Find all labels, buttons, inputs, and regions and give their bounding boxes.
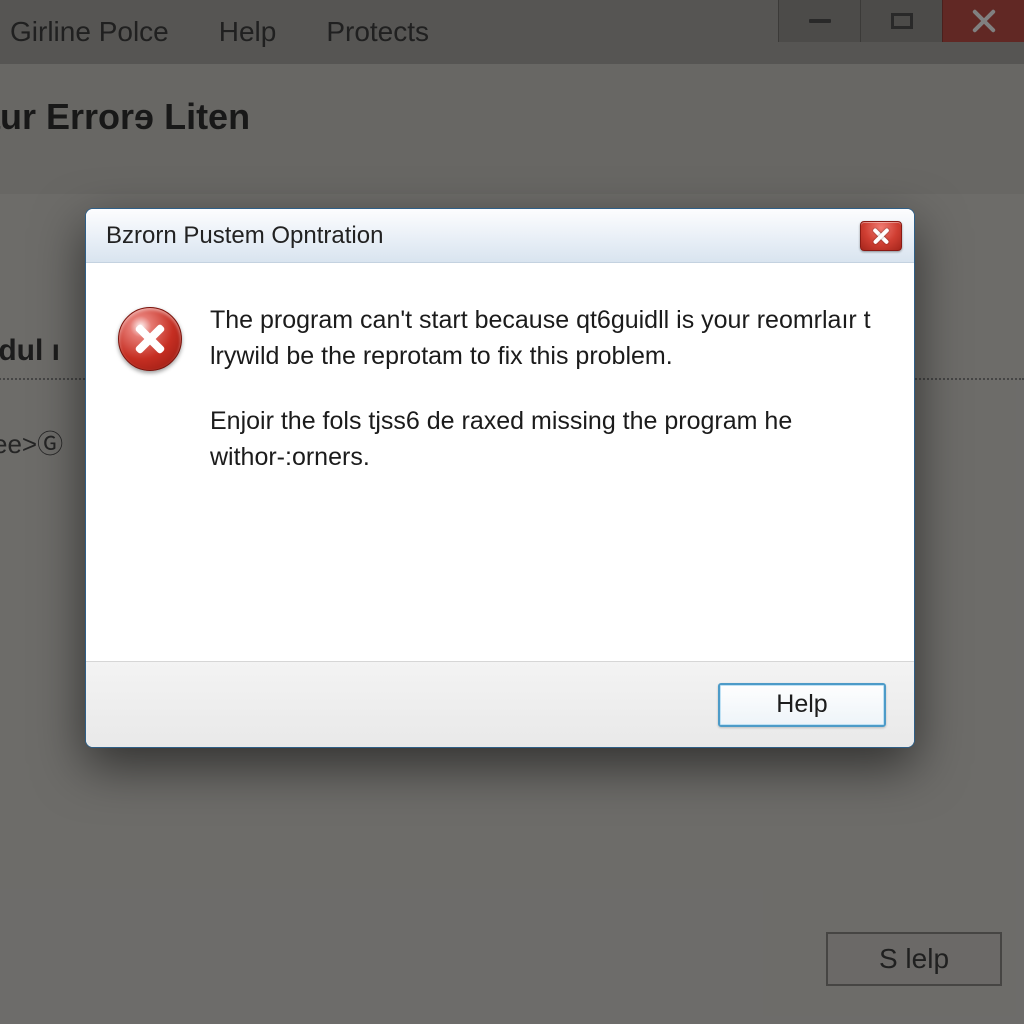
dialog-message-p1: The program can't start because qt6guidl…	[210, 303, 874, 374]
dialog-titlebar[interactable]: Bzrorn Pustem Opntration	[86, 209, 914, 263]
dialog-message: The program can't start because qt6guidl…	[210, 303, 874, 505]
error-icon	[118, 307, 182, 371]
close-icon	[872, 227, 890, 245]
dialog-close-button[interactable]	[860, 221, 902, 251]
error-dialog: Bzrorn Pustem Opntration The program can…	[85, 208, 915, 748]
dialog-footer: Help	[86, 661, 914, 747]
dialog-body: The program can't start because qt6guidl…	[86, 263, 914, 661]
dialog-help-button[interactable]: Help	[718, 683, 886, 727]
dialog-message-p2: Enjoir the fols tjss6 de raxed missing t…	[210, 404, 874, 475]
dialog-title: Bzrorn Pustem Opntration	[106, 222, 860, 250]
